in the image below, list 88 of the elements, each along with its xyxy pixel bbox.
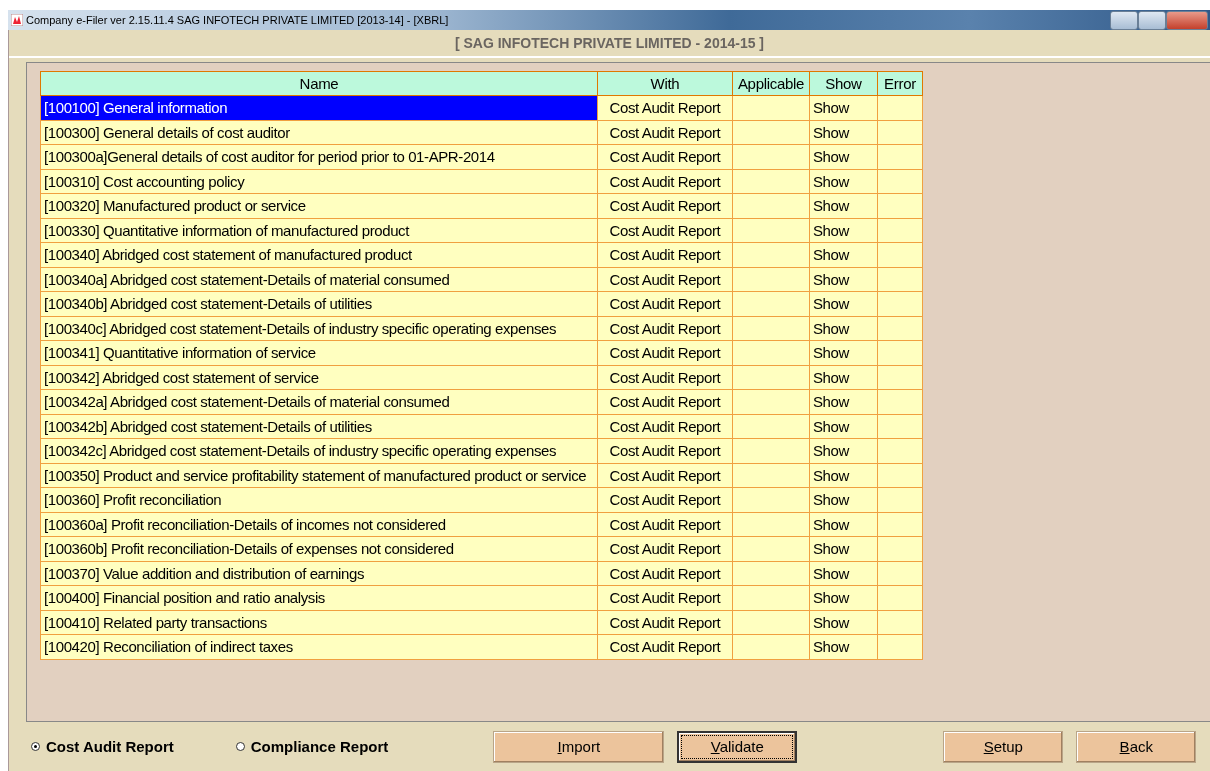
table-cell[interactable]: [100360a] Profit reconciliation-Details of incomes not considered <box>40 512 598 537</box>
table-cell[interactable]: [100340a] Abridged cost statement-Details of material consumed <box>40 267 598 292</box>
table-cell: Cost Audit Report <box>597 634 733 659</box>
table-cell: Cost Audit Report <box>597 193 733 218</box>
maximize-button[interactable] <box>1138 10 1166 30</box>
radio-dot[interactable] <box>31 742 40 751</box>
table-cell[interactable]: Show <box>809 169 878 194</box>
table-cell[interactable]: [100310] Cost accounting policy <box>40 169 598 194</box>
table-cell[interactable]: Show <box>809 316 878 341</box>
table-cell[interactable]: [100360] Profit reconciliation <box>40 487 598 512</box>
table-cell[interactable]: Show <box>809 193 878 218</box>
table-cell[interactable]: [100410] Related party transactions <box>40 610 598 635</box>
table-cell: Cost Audit Report <box>597 316 733 341</box>
window-title: Company e-Filer ver 2.15.11.4 SAG INFOTECH PRIVATE LIMITED [2013-14] - [XBRL] <box>26 14 450 26</box>
table-cell: Cost Audit Report <box>597 389 733 414</box>
table-cell[interactable]: Show <box>809 365 878 390</box>
table-cell[interactable]: [100341] Quantitative information of service <box>40 340 598 365</box>
table-cell[interactable]: [100340b] Abridged cost statement-Details of utilities <box>40 291 598 316</box>
table-cell[interactable]: Show <box>809 463 878 488</box>
table-cell[interactable]: [100350] Product and service profitability statement of manufactured product or service <box>40 463 598 488</box>
table-cell: Cost Audit Report <box>597 169 733 194</box>
table-cell: Cost Audit Report <box>597 291 733 316</box>
table-cell[interactable]: Show <box>809 267 878 292</box>
table-cell[interactable]: [100420] Reconciliation of indirect taxes <box>40 634 598 659</box>
table-cell: Cost Audit Report <box>597 438 733 463</box>
table-cell[interactable]: Show <box>809 414 878 439</box>
table-cell[interactable]: Show <box>809 120 878 145</box>
table-cell: Cost Audit Report <box>597 218 733 243</box>
table-cell[interactable]: Show <box>809 218 878 243</box>
table-cell[interactable]: Show <box>809 438 878 463</box>
table-cell[interactable]: [100342a] Abridged cost statement-Details of material consumed <box>40 389 598 414</box>
table-cell[interactable]: [100342] Abridged cost statement of service <box>40 365 598 390</box>
table-cell: Cost Audit Report <box>597 144 733 169</box>
radio-option[interactable]: Cost Audit Report <box>31 738 174 755</box>
table-cell[interactable]: Show <box>809 291 878 316</box>
action-button[interactable]: Import <box>493 730 665 763</box>
table-cell: Cost Audit Report <box>597 487 733 512</box>
table-cell[interactable]: [100400] Financial position and ratio analysis <box>40 585 598 610</box>
table-cell: Cost Audit Report <box>597 610 733 635</box>
table-cell[interactable]: Show <box>809 487 878 512</box>
radio-dot[interactable] <box>235 742 245 751</box>
action-button[interactable]: Validate <box>677 730 798 763</box>
column-header: Applicable <box>732 71 810 96</box>
table-cell: Cost Audit Report <box>597 365 733 390</box>
table-cell: Cost Audit Report <box>597 585 733 610</box>
column-header: Name <box>40 71 598 96</box>
table-cell[interactable]: Show <box>809 634 878 659</box>
table-cell: Cost Audit Report <box>597 536 733 561</box>
minimize-button[interactable] <box>1110 10 1138 30</box>
close-button[interactable] <box>1166 10 1208 30</box>
table-cell[interactable]: [100340c] Abridged cost statement-Details of industry specific operating expenses <box>40 316 598 341</box>
table-cell: Cost Audit Report <box>597 512 733 537</box>
table-cell[interactable]: Show <box>809 512 878 537</box>
table-cell: Cost Audit Report <box>597 463 733 488</box>
table-cell[interactable]: [100320] Manufactured product or service <box>40 193 598 218</box>
table-cell[interactable]: [100300a]General details of cost auditor for period prior to 01-APR-2014 <box>40 144 598 169</box>
table-cell: Cost Audit Report <box>597 120 733 145</box>
table-cell[interactable]: [100342c] Abridged cost statement-Details of industry specific operating expenses <box>40 438 598 463</box>
action-button[interactable]: Setup <box>943 730 1064 763</box>
table-cell[interactable]: [100342b] Abridged cost statement-Details of utilities <box>40 414 598 439</box>
table-cell[interactable]: Show <box>809 585 878 610</box>
table-cell[interactable]: [100360b] Profit reconciliation-Details of expenses not considered <box>40 536 598 561</box>
table-cell[interactable]: [100340] Abridged cost statement of manufactured product <box>40 242 598 267</box>
table-cell[interactable]: Show <box>809 95 878 120</box>
app-icon <box>11 14 23 26</box>
table-cell[interactable]: Show <box>809 610 878 635</box>
table-cell[interactable]: [100370] Value addition and distribution of earnings <box>40 561 598 586</box>
table-cell: Cost Audit Report <box>597 267 733 292</box>
table-cell[interactable]: Show <box>809 144 878 169</box>
table-cell[interactable]: Show <box>809 242 878 267</box>
table-cell: Cost Audit Report <box>597 242 733 267</box>
table-cell[interactable]: [100300] General details of cost auditor <box>40 120 598 145</box>
table-cell: Cost Audit Report <box>597 414 733 439</box>
table-cell[interactable]: [100330] Quantitative information of manufactured product <box>40 218 598 243</box>
company-heading: [ SAG INFOTECH PRIVATE LIMITED - 2014-15 ] <box>454 35 765 51</box>
column-header: Error <box>877 71 923 96</box>
table-cell[interactable]: Show <box>809 389 878 414</box>
column-header: Show <box>809 71 878 96</box>
table-cell[interactable]: Show <box>809 561 878 586</box>
table-cell: Cost Audit Report <box>597 340 733 365</box>
action-button[interactable]: Back <box>1076 730 1197 763</box>
column-header: With <box>597 71 733 96</box>
radio-option[interactable]: Compliance Report <box>235 738 389 755</box>
table-cell[interactable]: Show <box>809 340 878 365</box>
table-cell: Cost Audit Report <box>597 95 733 120</box>
table-cell[interactable]: Show <box>809 536 878 561</box>
table-cell: Cost Audit Report <box>597 561 733 586</box>
table-cell[interactable]: [100100] General information <box>40 95 598 120</box>
